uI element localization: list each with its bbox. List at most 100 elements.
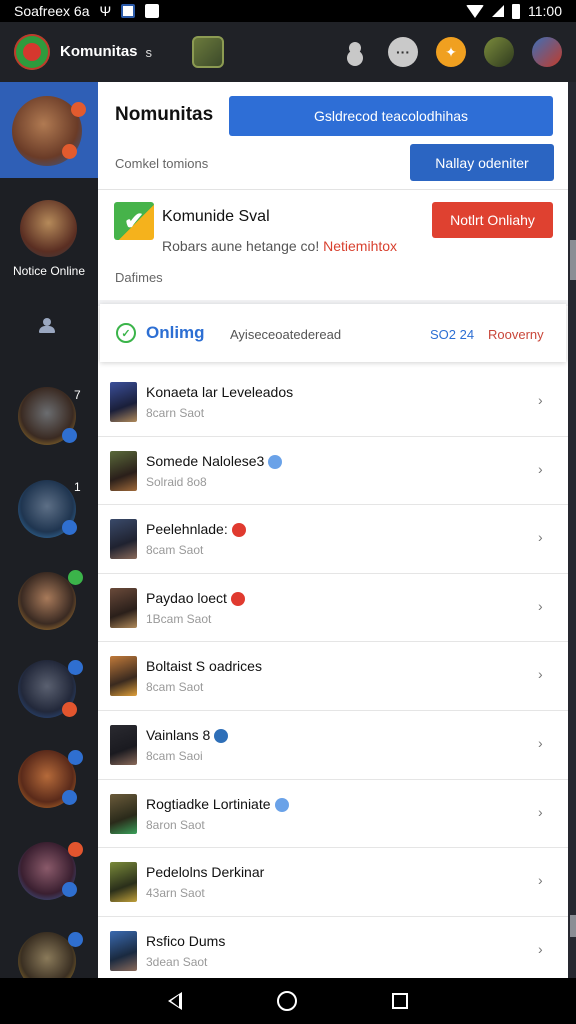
home-icon[interactable]	[276, 991, 297, 1011]
member-avatar	[110, 382, 137, 422]
info-card-description: Robars aune hetange co! Netiemihtox	[162, 238, 397, 254]
community-info-card: ✔ Komunide Sval Robars aune hetange co! …	[98, 190, 568, 300]
list-item[interactable]: Paydao loect 1Bcam Saot ›	[98, 574, 568, 643]
signal-icon	[492, 5, 504, 17]
member-avatar	[110, 450, 137, 491]
chevron-right-icon: ›	[538, 940, 543, 957]
online-tab-label[interactable]: Onlimg	[146, 323, 205, 343]
member-meta: 8carn Saot	[146, 406, 205, 420]
info-card-desc-text: Robars aune hetange co!	[162, 238, 324, 254]
app-bar: Komunitas s ··· ✦	[0, 22, 576, 82]
list-item[interactable]: Konaeta lar Leveleados 8carn Saot ›	[98, 368, 568, 437]
rail-count-3: 7	[74, 388, 81, 402]
online-bar-action[interactable]: Rooverny	[488, 327, 544, 342]
rewards-icon[interactable]: ✦	[436, 37, 466, 67]
member-avatar	[110, 793, 137, 834]
chevron-right-icon: ›	[538, 529, 543, 546]
people-icon[interactable]	[39, 318, 61, 334]
community-subtitle: Comkel tomions	[115, 156, 209, 171]
rail-badge-6b	[62, 702, 77, 717]
list-item[interactable]: Peelehnlade: 8cam Saot ›	[98, 505, 568, 574]
system-navigation-bar	[0, 978, 576, 1024]
info-card-desc-highlight[interactable]: Netiemihtox	[323, 238, 397, 254]
member-meta: 3dean Saot	[146, 954, 208, 969]
rail-community-avatar-2[interactable]	[20, 200, 77, 257]
app-bar-actions: ··· ✦	[340, 37, 562, 67]
online-filter-bar: ✓ Onlimg Ayiseceoatederead SO2 24 Roover…	[100, 304, 566, 362]
rail-badge-8a	[68, 842, 83, 857]
member-meta: 1Bcam Saot	[146, 611, 212, 626]
notify-online-button[interactable]: Notlrt Onliahy	[432, 202, 553, 238]
member-list: Konaeta lar Leveleados 8carn Saot › Some…	[98, 368, 568, 978]
user-avatar[interactable]	[532, 37, 562, 67]
status-dot-icon	[274, 797, 289, 812]
status-dot-icon	[268, 454, 283, 469]
rail-badge-9	[68, 932, 83, 947]
info-card-title: Komunide Sval	[162, 208, 270, 225]
member-name: Pedelolns Derkinar	[146, 864, 264, 880]
rail-badge-1b	[62, 144, 77, 159]
chevron-right-icon: ›	[538, 666, 543, 683]
back-icon[interactable]	[167, 992, 182, 1010]
member-name: Paydao loect	[146, 589, 245, 607]
list-item[interactable]: Rogtiadke Lortiniate 8aron Saot ›	[98, 780, 568, 849]
battery-icon	[512, 3, 520, 19]
member-name-text: Pedelolns Derkinar	[146, 864, 265, 881]
chat-icon[interactable]: ···	[388, 37, 418, 67]
member-name: Rsfico Dums	[146, 933, 225, 949]
member-name: Konaeta lar Leveleados	[146, 384, 293, 400]
app-title: Komunitas	[60, 42, 138, 60]
friend-avatar[interactable]	[484, 37, 514, 67]
rail-badge-1	[71, 102, 86, 117]
scrollbar-track[interactable]	[568, 82, 576, 978]
carrier-text: Soafreex 6a	[14, 3, 90, 19]
rail-community-avatar-5[interactable]	[18, 572, 76, 630]
chevron-right-icon: ›	[538, 392, 543, 408]
member-meta: Solraid 8o8	[146, 474, 207, 489]
member-avatar	[110, 930, 137, 971]
primary-action-button[interactable]: Gsldrecod teacolodhihas	[229, 96, 553, 136]
community-switch-chevron[interactable]: s	[146, 45, 153, 60]
rail-badge-7a	[68, 750, 83, 765]
list-item[interactable]: Boltaist S oadrices 8cam Saot ›	[98, 642, 568, 711]
profile-icon[interactable]	[340, 37, 370, 67]
scrollbar-marker	[570, 915, 576, 937]
verified-check-icon: ✔	[114, 202, 154, 240]
online-check-icon: ✓	[116, 323, 136, 343]
recent-apps-icon[interactable]	[392, 993, 409, 1009]
member-name: Rogtiadke Lortiniate	[146, 796, 289, 812]
member-name-text: Konaeta lar Leveleados	[146, 384, 294, 400]
member-meta: 8cam Saoi	[146, 748, 203, 763]
list-item[interactable]: Rsfico Dums 3dean Saot ›	[98, 917, 568, 978]
list-item[interactable]: Pedelolns Derkinar 43arn Saot ›	[98, 848, 568, 917]
rail-badge-5	[68, 570, 83, 585]
member-avatar	[110, 656, 137, 697]
app-logo-icon[interactable]	[14, 34, 50, 70]
chevron-right-icon: ›	[538, 734, 543, 751]
member-name: Boltaist S oadrices	[146, 658, 262, 674]
community-header-card: Nomunitas Gsldrecod teacolodhihas Comkel…	[98, 82, 568, 187]
status-bar: Soafreex 6a Ψ 11:00	[0, 0, 576, 22]
member-name-text: Paydao loect	[146, 589, 227, 606]
list-item[interactable]: Somede Nalolese3 Solraid 8o8 ›	[98, 437, 568, 506]
usb-icon: Ψ	[99, 3, 112, 19]
rail-label-notice: Notice Online	[12, 264, 86, 278]
member-name: Somede Nalolese3	[146, 453, 283, 469]
community-avatar[interactable]	[192, 36, 225, 68]
rail-badge-3	[62, 428, 77, 443]
member-name-text: Boltaist S oadrices	[146, 658, 262, 675]
rail-badge-7b	[62, 790, 77, 805]
member-name: Vainlans 8	[146, 727, 229, 744]
rail-badge-4	[62, 520, 77, 535]
member-meta: 8cam Saot	[146, 680, 204, 695]
list-item[interactable]: Vainlans 8 8cam Saoi ›	[98, 711, 568, 780]
info-card-footer: Dafimes	[115, 270, 163, 285]
member-name: Peelehnlade:	[146, 521, 246, 538]
community-panel: Nomunitas Gsldrecod teacolodhihas Comkel…	[98, 82, 568, 978]
member-meta: 8cam Saot	[146, 543, 204, 558]
online-count: SO2 24	[430, 327, 475, 342]
online-bar-caption: Ayiseceoatederead	[230, 327, 342, 342]
scrollbar-thumb[interactable]	[570, 240, 576, 280]
heart-icon	[231, 523, 246, 538]
secondary-action-button[interactable]: Nallay odeniter	[410, 144, 554, 181]
